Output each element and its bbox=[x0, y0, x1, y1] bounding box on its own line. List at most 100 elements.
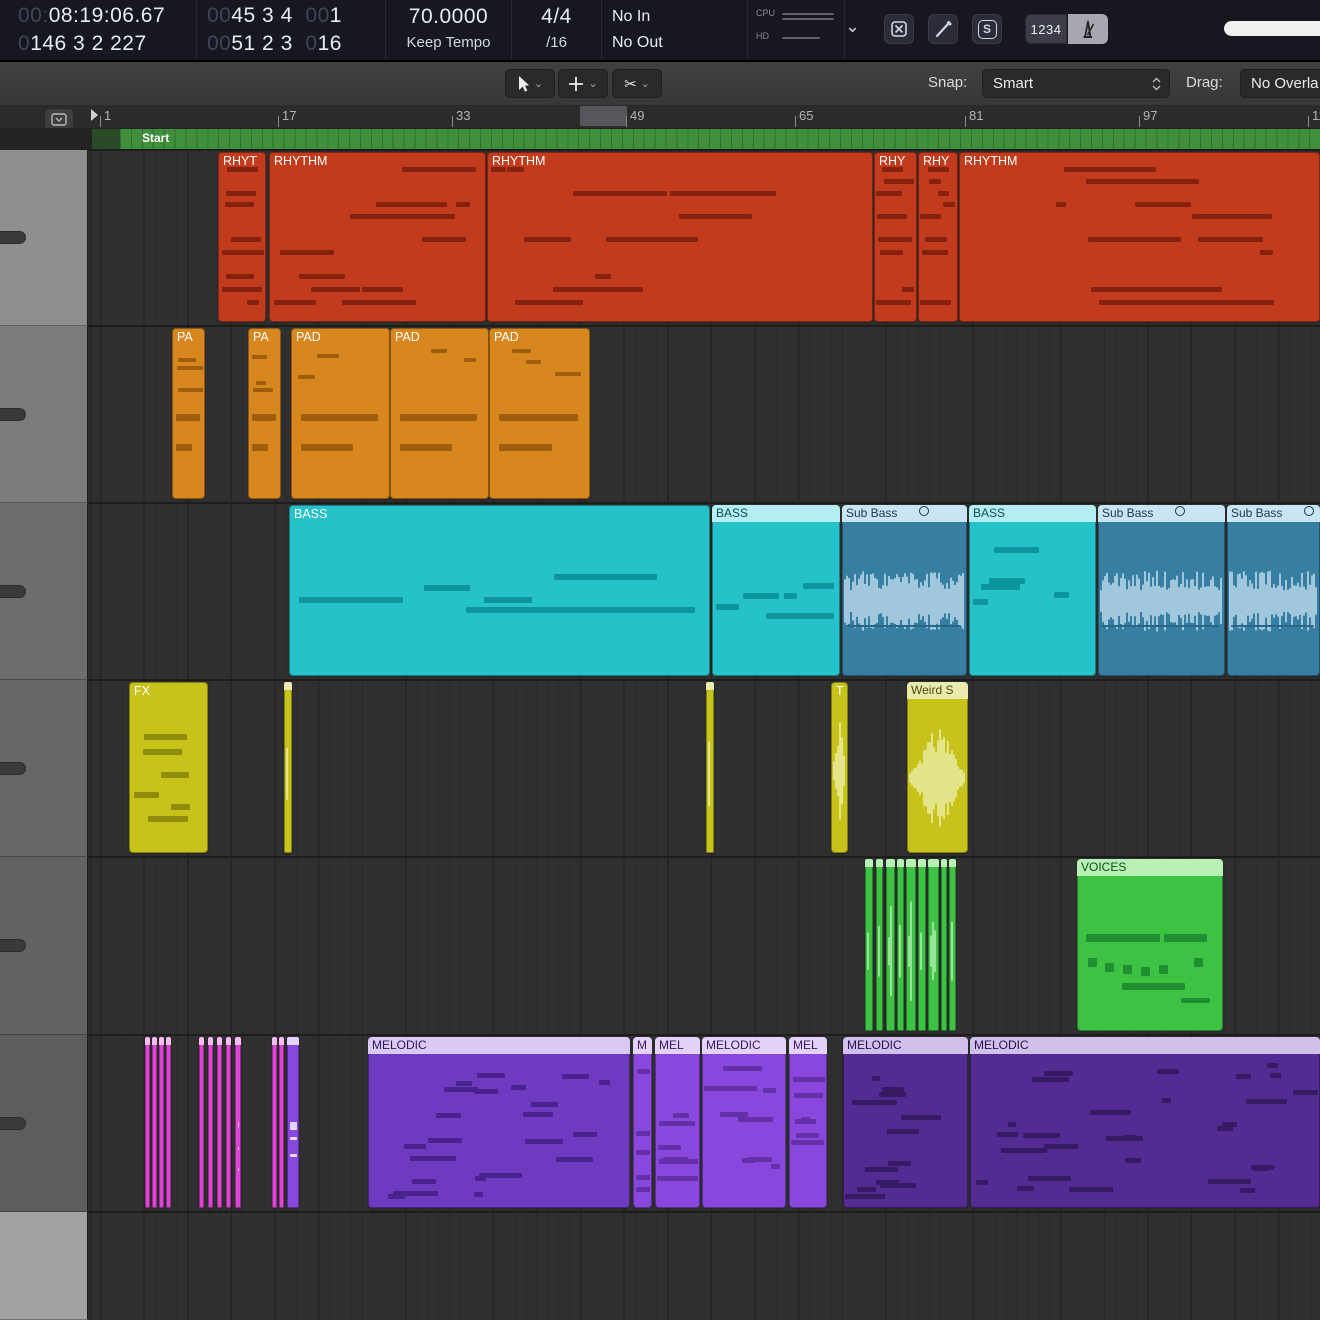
global-tracks-button[interactable] bbox=[44, 108, 74, 130]
playhead-marker[interactable] bbox=[91, 109, 98, 121]
region-name: T bbox=[836, 684, 844, 698]
lcd-midi-display[interactable]: No In No Out bbox=[602, 0, 748, 60]
ruler-selection[interactable] bbox=[580, 106, 627, 126]
region-pad[interactable]: PAD bbox=[291, 328, 390, 499]
midi-note bbox=[511, 1085, 527, 1090]
track-header-4[interactable] bbox=[0, 680, 88, 857]
midi-note bbox=[1086, 179, 1199, 184]
track-mute-pill[interactable] bbox=[0, 585, 26, 598]
region-clip[interactable] bbox=[897, 859, 904, 1031]
scissors-tool-button[interactable]: ✂ ⌄ bbox=[612, 69, 662, 98]
pointer-tool-button[interactable]: ⌄ bbox=[505, 69, 555, 98]
region-clip[interactable] bbox=[166, 1037, 171, 1208]
region-clip[interactable] bbox=[284, 682, 292, 853]
region-sub-bass[interactable]: Sub Bass bbox=[842, 505, 967, 676]
region-cap bbox=[235, 1037, 241, 1045]
region-rhy[interactable]: RHY bbox=[918, 152, 958, 322]
chevron-down-icon[interactable]: ⌄ bbox=[845, 16, 869, 37]
snap-dropdown[interactable]: Smart bbox=[982, 69, 1170, 98]
region-clip[interactable] bbox=[941, 859, 947, 1031]
region-clip[interactable] bbox=[226, 1037, 231, 1208]
track-header-2[interactable] bbox=[0, 326, 88, 503]
lcd-signature-display[interactable]: 4/4 /16 bbox=[512, 0, 602, 60]
region-clip[interactable] bbox=[949, 859, 956, 1031]
region-clip[interactable] bbox=[865, 859, 873, 1031]
tuner-button[interactable] bbox=[928, 14, 958, 44]
region-mel[interactable]: MEL bbox=[789, 1037, 827, 1208]
region-bass[interactable]: BASS bbox=[289, 505, 710, 676]
track-header-3[interactable] bbox=[0, 503, 88, 680]
track-header-1[interactable] bbox=[0, 150, 88, 326]
region-t[interactable]: T bbox=[831, 682, 848, 853]
region-name: M bbox=[633, 1037, 652, 1054]
midi-note bbox=[1253, 1166, 1268, 1171]
bar-ruler[interactable]: 117334965819711 bbox=[0, 105, 1320, 128]
region-clip[interactable] bbox=[272, 1037, 277, 1208]
region-bass[interactable]: BASS bbox=[969, 505, 1096, 676]
track-header-6[interactable] bbox=[0, 1035, 88, 1212]
metronome-button[interactable] bbox=[1068, 14, 1108, 44]
region-rhythm[interactable]: RHYTHM bbox=[487, 152, 873, 322]
region-pad[interactable]: PAD bbox=[390, 328, 489, 499]
region-name: Weird S bbox=[907, 682, 968, 699]
midi-note bbox=[923, 214, 941, 219]
region-fx[interactable]: FX bbox=[129, 682, 208, 853]
region-bass[interactable]: BASS bbox=[712, 505, 840, 676]
region-melodic[interactable]: MELODIC bbox=[970, 1037, 1320, 1208]
performance-meters[interactable]: CPU HD bbox=[748, 0, 845, 60]
region-notes bbox=[131, 684, 206, 851]
region-pa[interactable]: PA bbox=[248, 328, 281, 499]
no-input-button[interactable] bbox=[884, 14, 914, 44]
region-clip[interactable] bbox=[159, 1037, 164, 1208]
region-clip[interactable] bbox=[235, 1037, 241, 1208]
region-mel[interactable]: MEL bbox=[655, 1037, 700, 1208]
region-sub-bass[interactable]: Sub Bass bbox=[1227, 505, 1320, 676]
region-melodic[interactable]: MELODIC bbox=[843, 1037, 968, 1208]
region-weird-s[interactable]: Weird S bbox=[907, 682, 968, 853]
lcd-tempo-display[interactable]: 70.0000 Keep Tempo bbox=[386, 0, 512, 60]
track-header-5[interactable] bbox=[0, 857, 88, 1035]
lcd-time-display[interactable]: 00:08:19:06.67 0146 3 2 227 bbox=[0, 0, 197, 60]
region-m[interactable]: M bbox=[633, 1037, 652, 1208]
region-clip[interactable] bbox=[279, 1037, 284, 1208]
region-clip[interactable] bbox=[928, 859, 939, 1031]
region-pad[interactable]: PAD bbox=[489, 328, 590, 499]
region-sub-bass[interactable]: Sub Bass bbox=[1098, 505, 1225, 676]
midi-note bbox=[562, 1074, 589, 1079]
region-pa[interactable]: PA bbox=[172, 328, 205, 499]
secondary-tool-button[interactable]: ⌄ bbox=[558, 69, 608, 98]
region-rhythm[interactable]: RHYTHM bbox=[269, 152, 486, 322]
region-melodic[interactable]: MELODIC bbox=[702, 1037, 786, 1208]
region-notes bbox=[237, 1045, 239, 1206]
region-clip[interactable] bbox=[199, 1037, 204, 1208]
region-clip[interactable] bbox=[886, 859, 895, 1031]
start-marker[interactable]: Start bbox=[120, 129, 1320, 149]
track-mute-pill[interactable] bbox=[0, 231, 26, 244]
midi-note bbox=[301, 414, 379, 421]
region-name: MEL bbox=[655, 1037, 700, 1054]
track-mute-pill[interactable] bbox=[0, 762, 26, 775]
midi-note bbox=[456, 202, 469, 207]
region-clip[interactable] bbox=[906, 859, 916, 1031]
region-clip[interactable] bbox=[287, 1037, 299, 1208]
count-in-button[interactable]: 1234 bbox=[1025, 14, 1067, 44]
drag-dropdown[interactable]: No Overla bbox=[1240, 69, 1320, 98]
midi-note bbox=[1023, 1133, 1060, 1138]
region-melodic[interactable]: MELODIC bbox=[368, 1037, 630, 1208]
region-clip[interactable] bbox=[208, 1037, 213, 1208]
track-mute-pill[interactable] bbox=[0, 1117, 26, 1130]
track-mute-pill[interactable] bbox=[0, 939, 26, 952]
lcd-locator-display[interactable]: 0045 3 4 001 0051 2 3 016 bbox=[197, 0, 386, 60]
region-clip[interactable] bbox=[152, 1037, 157, 1208]
region-rhythm[interactable]: RHYTHM bbox=[959, 152, 1320, 322]
solo-button[interactable]: S bbox=[972, 14, 1002, 44]
region-clip[interactable] bbox=[876, 859, 883, 1031]
region-clip[interactable] bbox=[918, 859, 926, 1031]
region-clip[interactable] bbox=[706, 682, 714, 853]
region-clip[interactable] bbox=[145, 1037, 150, 1208]
region-clip[interactable] bbox=[217, 1037, 222, 1208]
region-rhy[interactable]: RHY bbox=[874, 152, 917, 322]
track-mute-pill[interactable] bbox=[0, 408, 26, 421]
region-rhyt[interactable]: RHYT bbox=[218, 152, 266, 322]
region-voices[interactable]: VOICES bbox=[1077, 859, 1223, 1031]
